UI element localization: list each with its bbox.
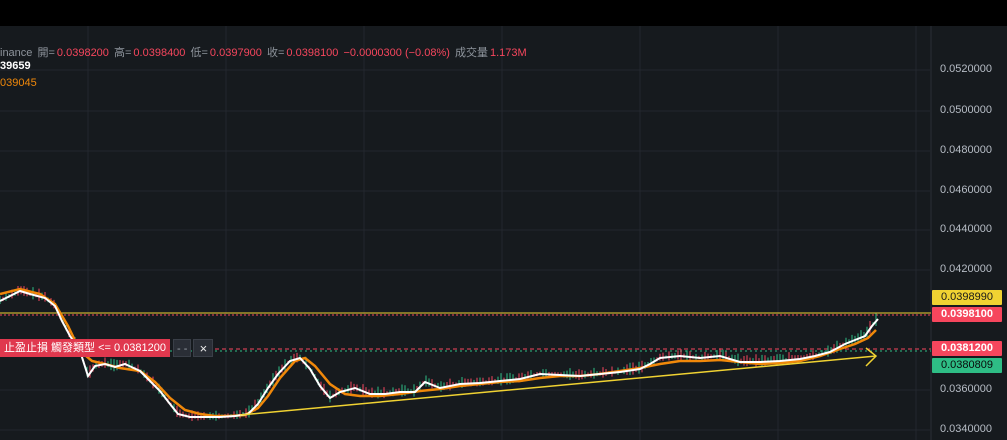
legend-open: 0.0398200 — [56, 47, 109, 59]
legend-high: 0.0398400 — [133, 47, 186, 59]
alert-price-tag[interactable]: 0.0398990 — [932, 290, 1002, 305]
price-tick: 0.0460000 — [940, 184, 992, 196]
legend-low-label: 低= — [190, 47, 208, 59]
order-tag[interactable]: 止盈止損 觸發類型 <= 0.0381200 - - × — [0, 339, 214, 357]
legend-volume-label: 成交量 — [454, 47, 488, 59]
legend-change: −0.0000300 (−0.08%) — [343, 47, 450, 59]
current-price-tag: 0.0398100 — [932, 307, 1002, 322]
ohlc-legend: inance 開= 0.0398200 高= 0.0398400 低= 0.03979… — [0, 44, 529, 59]
green-price-tag: 0.0380809 — [932, 358, 1002, 373]
legend-source: inance — [0, 47, 33, 59]
price-tick: 0.0340000 — [940, 423, 992, 435]
price-tick: 0.0440000 — [940, 223, 992, 235]
price-tick: 0.0500000 — [940, 104, 992, 116]
close-icon[interactable]: × — [193, 339, 214, 357]
price-chart[interactable] — [0, 26, 1007, 440]
order-drag-handle[interactable]: - - — [173, 339, 192, 357]
legend-close: 0.0398100 — [286, 47, 339, 59]
grid — [0, 26, 930, 440]
trendline[interactable] — [239, 355, 877, 416]
ma2-value: 039045 — [0, 77, 37, 89]
top-bar — [0, 0, 1007, 26]
legend-open-label: 開= — [37, 47, 55, 59]
legend-low: 0.0397900 — [209, 47, 262, 59]
price-tick: 0.0520000 — [940, 63, 992, 75]
legend-close-label: 收= — [266, 47, 285, 59]
order-label[interactable]: 止盈止損 觸發類型 <= 0.0381200 — [0, 339, 171, 357]
price-tick: 0.0360000 — [940, 383, 992, 395]
chart-area[interactable]: inance 開= 0.0398200 高= 0.0398400 低= 0.03979… — [0, 26, 1007, 440]
ma1-value: 39659 — [0, 60, 31, 72]
price-tick: 0.0420000 — [940, 263, 992, 275]
legend-volume: 1.173M — [489, 47, 527, 59]
legend-high-label: 高= — [113, 47, 132, 59]
order-price-tag[interactable]: 0.0381200 — [932, 341, 1002, 356]
price-tick: 0.0480000 — [940, 144, 992, 156]
